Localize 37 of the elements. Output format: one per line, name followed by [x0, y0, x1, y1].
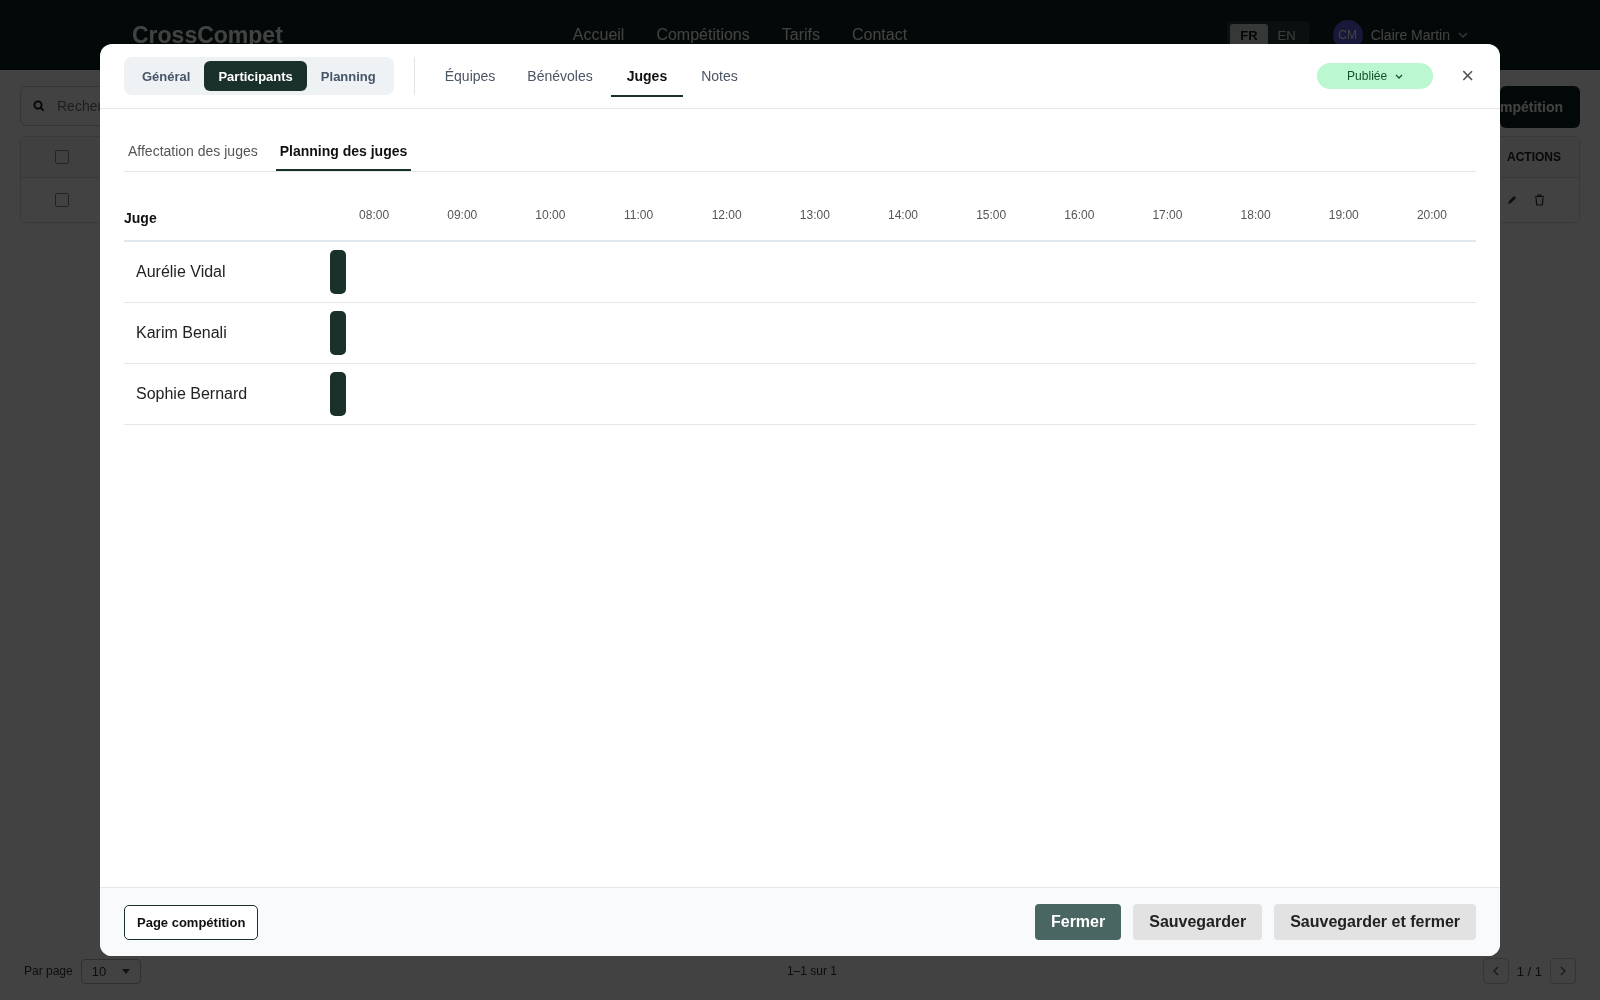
section-tab[interactable]: Planning [306, 61, 390, 91]
close-button[interactable]: × [1459, 65, 1476, 87]
sub-tab[interactable]: Planning des juges [275, 133, 412, 171]
hour-label: 11:00 [622, 208, 655, 222]
tab[interactable]: Équipes [430, 57, 510, 97]
hour-label: 17:00 [1151, 208, 1184, 222]
hour-label: 12:00 [710, 208, 743, 222]
hour-label: 18:00 [1239, 208, 1272, 222]
section-tab[interactable]: Participants [204, 61, 307, 91]
section-tab[interactable]: Général [128, 61, 205, 91]
hour-label: 09:00 [446, 208, 479, 222]
tab[interactable]: Notes [687, 57, 752, 97]
caret-icon [1395, 73, 1404, 79]
hour-label: 08:00 [358, 208, 391, 222]
column-header: Juge [124, 209, 158, 226]
schedule-bar[interactable] [330, 311, 346, 355]
judge-name: Aurélie Vidal [135, 263, 227, 281]
tab[interactable]: Bénévoles [513, 57, 607, 97]
sub-tab[interactable]: Affectation des juges [124, 133, 262, 171]
hour-label: 13:00 [798, 208, 831, 222]
tab[interactable]: Juges [610, 57, 684, 97]
hour-label: 20:00 [1415, 208, 1448, 222]
hour-label: 10:00 [534, 208, 567, 222]
hour-label: 16:00 [1063, 208, 1096, 222]
hour-label: 14:00 [886, 208, 919, 222]
hour-label: 15:00 [975, 208, 1008, 222]
schedule-bar[interactable] [330, 372, 346, 416]
status-dropdown[interactable]: Publiée [1317, 63, 1434, 89]
footer-button[interactable]: Fermer [1034, 904, 1122, 940]
schedule-bar[interactable] [330, 250, 346, 294]
footer-button[interactable]: Sauvegarder [1133, 904, 1263, 940]
competition-page-button[interactable]: Page compétition [124, 904, 259, 940]
judge-name: Sophie Bernard [135, 385, 249, 403]
column-header: ACTIONS [1507, 150, 1561, 164]
footer-button[interactable]: Sauvegarder et fermer [1274, 904, 1476, 940]
judge-name: Karim Benali [135, 324, 228, 342]
hour-label: 19:00 [1327, 208, 1360, 222]
